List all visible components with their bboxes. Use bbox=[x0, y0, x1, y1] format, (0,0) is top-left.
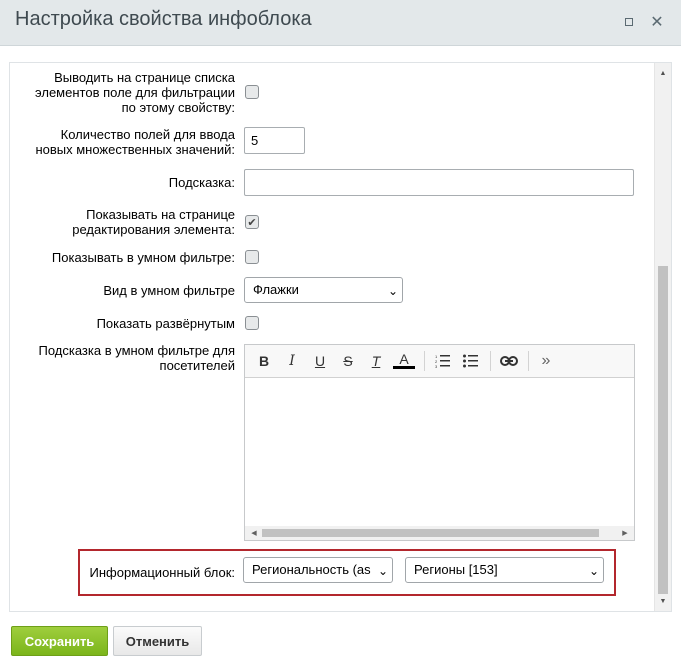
strikethrough-icon[interactable]: S bbox=[337, 351, 359, 371]
multiple-count-label: Количество полей для ввода новых множест… bbox=[35, 127, 235, 157]
clear-format-icon[interactable]: T bbox=[365, 351, 387, 371]
cancel-button[interactable]: Отменить bbox=[113, 626, 202, 656]
dialog-content: Выводить на странице списка элементов по… bbox=[9, 62, 672, 612]
maximize-icon[interactable] bbox=[620, 13, 638, 31]
dialog-vertical-scrollbar[interactable]: ▲ ▼ bbox=[654, 63, 671, 611]
unordered-list-icon[interactable] bbox=[460, 351, 482, 371]
show-smart-filter-label: Показывать в умном фильтре: bbox=[51, 250, 235, 265]
chevron-down-icon: ⌄ bbox=[377, 564, 388, 578]
smart-filter-hint-label: Подсказка в умном фильтре для посетителе… bbox=[38, 343, 235, 373]
iblock-type-select[interactable]: Региональность (as ⌄ bbox=[243, 557, 393, 583]
rich-text-editor: B I U S T A 123 » ◀ ▶ bbox=[244, 344, 635, 541]
editor-horizontal-scrollbar[interactable]: ◀ ▶ bbox=[245, 526, 634, 540]
scroll-up-icon[interactable]: ▲ bbox=[655, 65, 671, 81]
smart-filter-view-label: Вид в умном фильтре bbox=[103, 283, 235, 298]
iblock-type-value: Региональность (as bbox=[252, 562, 371, 577]
smart-filter-view-value: Флажки bbox=[253, 282, 299, 297]
show-smart-filter-checkbox[interactable] bbox=[245, 250, 259, 264]
show-expanded-checkbox[interactable] bbox=[245, 316, 259, 330]
link-icon[interactable] bbox=[498, 351, 520, 371]
show-expanded-label: Показать развёрнутым bbox=[96, 316, 235, 331]
scroll-left-icon[interactable]: ◀ bbox=[247, 526, 261, 540]
hint-input[interactable] bbox=[244, 169, 634, 196]
multiple-count-input[interactable] bbox=[244, 127, 305, 154]
editor-toolbar: B I U S T A 123 » bbox=[245, 345, 634, 378]
filter-field-label: Выводить на странице списка элементов по… bbox=[35, 70, 235, 115]
chevron-down-icon: ⌄ bbox=[588, 564, 599, 578]
underline-icon[interactable]: U bbox=[309, 351, 331, 371]
toolbar-separator bbox=[528, 351, 529, 371]
show-on-edit-checkbox[interactable]: ✔ bbox=[245, 215, 259, 229]
dialog-title: Настройка свойства инфоблока bbox=[15, 8, 312, 30]
svg-text:3: 3 bbox=[435, 364, 438, 368]
show-on-edit-label: Показывать на странице редактирования эл… bbox=[72, 207, 235, 237]
hint-label: Подсказка: bbox=[168, 175, 235, 190]
scroll-down-icon[interactable]: ▼ bbox=[655, 593, 671, 609]
bold-icon[interactable]: B bbox=[253, 351, 275, 371]
dialog-titlebar: Настройка свойства инфоблока ✕ bbox=[0, 0, 681, 46]
iblock-label: Информационный блок: bbox=[89, 565, 235, 580]
chevron-down-icon: ⌄ bbox=[387, 284, 398, 298]
ordered-list-icon[interactable]: 123 bbox=[432, 351, 454, 371]
toolbar-separator bbox=[490, 351, 491, 371]
editor-scrollbar-thumb[interactable] bbox=[262, 529, 599, 537]
font-color-icon[interactable]: A bbox=[393, 351, 415, 369]
more-icon[interactable]: » bbox=[535, 351, 557, 371]
italic-icon[interactable]: I bbox=[281, 351, 303, 371]
close-icon[interactable]: ✕ bbox=[648, 13, 666, 31]
filter-field-checkbox[interactable] bbox=[245, 85, 259, 99]
toolbar-separator bbox=[424, 351, 425, 371]
save-button[interactable]: Сохранить bbox=[11, 626, 108, 656]
iblock-select[interactable]: Регионы [153] ⌄ bbox=[405, 557, 604, 583]
smart-filter-view-select[interactable]: Флажки ⌄ bbox=[244, 277, 403, 303]
iblock-value: Регионы [153] bbox=[414, 562, 498, 577]
scroll-right-icon[interactable]: ▶ bbox=[618, 526, 632, 540]
dialog-scrollbar-thumb[interactable] bbox=[658, 266, 668, 594]
